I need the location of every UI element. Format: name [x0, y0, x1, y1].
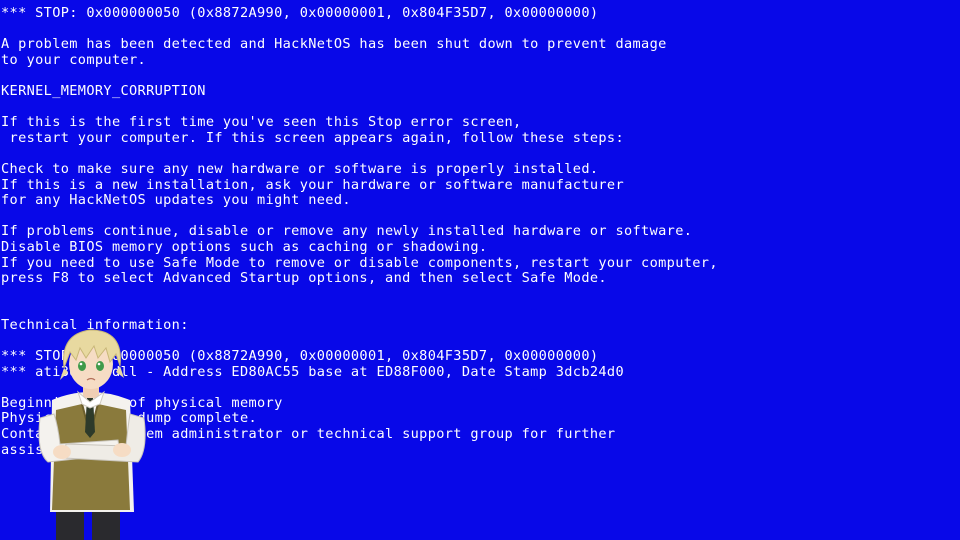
- bsod-line: [1, 100, 718, 116]
- character-hand-right: [53, 445, 71, 459]
- bsod-line: KERNEL_MEMORY_CORRUPTION: [1, 82, 206, 99]
- bsod-line: If problems continue, disable or remove …: [1, 223, 693, 240]
- bsod-line: [1, 146, 718, 162]
- bsod-line: [1, 209, 718, 225]
- character-eye-right: [96, 361, 104, 371]
- bsod-line: If this is the first time you've seen th…: [1, 114, 522, 131]
- bsod-line: to your computer.: [1, 51, 147, 68]
- bsod-line: Check to make sure any new hardware or s…: [1, 160, 599, 177]
- character-eye-left: [78, 361, 86, 371]
- bsod-line: for any HackNetOS updates you might need…: [1, 192, 351, 209]
- bsod-line: press F8 to select Advanced Startup opti…: [1, 270, 607, 287]
- bsod-screen: *** STOP: 0x000000050 (0x8872A990, 0x000…: [0, 0, 960, 540]
- bsod-line: If this is a new installation, ask your …: [1, 176, 624, 193]
- character-hand-left: [113, 443, 131, 457]
- bsod-line: [1, 22, 718, 38]
- bsod-line: If you need to use Safe Mode to remove o…: [1, 254, 718, 271]
- bsod-line: [1, 68, 718, 84]
- bsod-line: [1, 302, 718, 318]
- bsod-line: *** STOP: 0x000000050 (0x8872A990, 0x000…: [1, 5, 599, 21]
- bsod-line: A problem has been detected and HackNetO…: [1, 36, 667, 53]
- bsod-line: Disable BIOS memory options such as cach…: [1, 238, 488, 255]
- bsod-line: [1, 287, 718, 303]
- bsod-line: restart your computer. If this screen ap…: [1, 129, 624, 146]
- anime-character-portrait: [38, 329, 146, 540]
